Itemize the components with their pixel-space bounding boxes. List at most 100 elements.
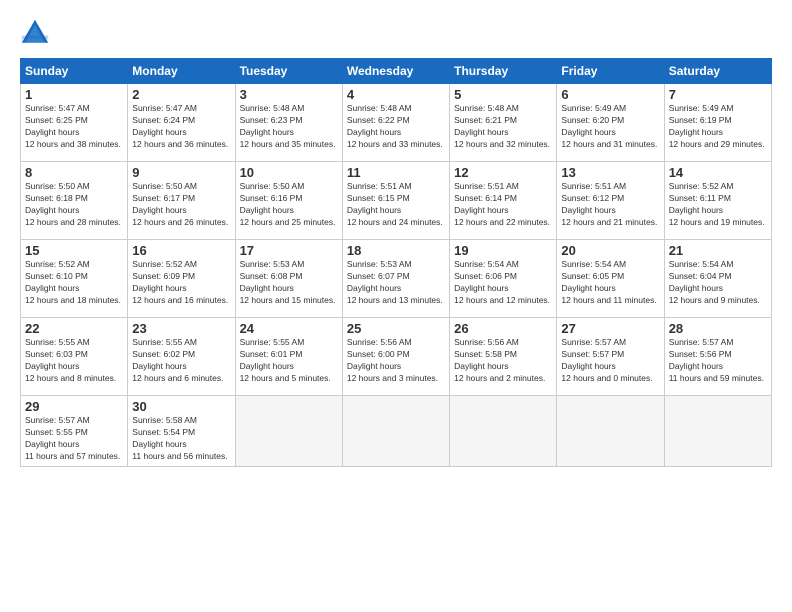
weekday-header-sunday: Sunday [21,59,128,84]
calendar-day-cell: 28Sunrise: 5:57 AMSunset: 5:56 PMDayligh… [664,318,771,396]
day-info: Sunrise: 5:48 AMSunset: 6:21 PMDaylight … [454,103,552,151]
calendar-day-cell: 8Sunrise: 5:50 AMSunset: 6:18 PMDaylight… [21,162,128,240]
day-info: Sunrise: 5:54 AMSunset: 6:06 PMDaylight … [454,259,552,307]
calendar-day-cell: 10Sunrise: 5:50 AMSunset: 6:16 PMDayligh… [235,162,342,240]
day-info: Sunrise: 5:53 AMSunset: 6:07 PMDaylight … [347,259,445,307]
calendar-day-cell [235,396,342,467]
day-info: Sunrise: 5:55 AMSunset: 6:03 PMDaylight … [25,337,123,385]
day-number: 16 [132,243,230,258]
day-number: 24 [240,321,338,336]
calendar-day-cell [450,396,557,467]
calendar-day-cell: 30Sunrise: 5:58 AMSunset: 5:54 PMDayligh… [128,396,235,467]
day-info: Sunrise: 5:55 AMSunset: 6:02 PMDaylight … [132,337,230,385]
day-number: 4 [347,87,445,102]
day-info: Sunrise: 5:51 AMSunset: 6:15 PMDaylight … [347,181,445,229]
calendar-day-cell: 6Sunrise: 5:49 AMSunset: 6:20 PMDaylight… [557,84,664,162]
calendar-day-cell: 2Sunrise: 5:47 AMSunset: 6:24 PMDaylight… [128,84,235,162]
day-number: 18 [347,243,445,258]
day-number: 19 [454,243,552,258]
day-info: Sunrise: 5:56 AMSunset: 6:00 PMDaylight … [347,337,445,385]
day-info: Sunrise: 5:51 AMSunset: 6:14 PMDaylight … [454,181,552,229]
logo-icon [20,18,50,48]
day-info: Sunrise: 5:55 AMSunset: 6:01 PMDaylight … [240,337,338,385]
day-number: 9 [132,165,230,180]
day-info: Sunrise: 5:50 AMSunset: 6:16 PMDaylight … [240,181,338,229]
day-number: 28 [669,321,767,336]
calendar-day-cell: 12Sunrise: 5:51 AMSunset: 6:14 PMDayligh… [450,162,557,240]
day-info: Sunrise: 5:49 AMSunset: 6:20 PMDaylight … [561,103,659,151]
calendar-day-cell: 7Sunrise: 5:49 AMSunset: 6:19 PMDaylight… [664,84,771,162]
day-info: Sunrise: 5:47 AMSunset: 6:25 PMDaylight … [25,103,123,151]
day-number: 21 [669,243,767,258]
calendar-day-cell: 25Sunrise: 5:56 AMSunset: 6:00 PMDayligh… [342,318,449,396]
calendar-day-cell [664,396,771,467]
day-info: Sunrise: 5:52 AMSunset: 6:10 PMDaylight … [25,259,123,307]
day-info: Sunrise: 5:48 AMSunset: 6:23 PMDaylight … [240,103,338,151]
day-info: Sunrise: 5:57 AMSunset: 5:55 PMDaylight … [25,415,123,463]
day-info: Sunrise: 5:57 AMSunset: 5:57 PMDaylight … [561,337,659,385]
calendar-day-cell: 21Sunrise: 5:54 AMSunset: 6:04 PMDayligh… [664,240,771,318]
calendar-day-cell [557,396,664,467]
weekday-header-row: SundayMondayTuesdayWednesdayThursdayFrid… [21,59,772,84]
day-info: Sunrise: 5:50 AMSunset: 6:18 PMDaylight … [25,181,123,229]
day-number: 11 [347,165,445,180]
day-number: 27 [561,321,659,336]
day-number: 26 [454,321,552,336]
day-info: Sunrise: 5:54 AMSunset: 6:04 PMDaylight … [669,259,767,307]
calendar-day-cell: 24Sunrise: 5:55 AMSunset: 6:01 PMDayligh… [235,318,342,396]
day-number: 14 [669,165,767,180]
calendar-day-cell: 13Sunrise: 5:51 AMSunset: 6:12 PMDayligh… [557,162,664,240]
calendar-day-cell: 14Sunrise: 5:52 AMSunset: 6:11 PMDayligh… [664,162,771,240]
day-info: Sunrise: 5:53 AMSunset: 6:08 PMDaylight … [240,259,338,307]
calendar-day-cell: 29Sunrise: 5:57 AMSunset: 5:55 PMDayligh… [21,396,128,467]
calendar-day-cell: 15Sunrise: 5:52 AMSunset: 6:10 PMDayligh… [21,240,128,318]
day-info: Sunrise: 5:52 AMSunset: 6:09 PMDaylight … [132,259,230,307]
weekday-header-friday: Friday [557,59,664,84]
day-info: Sunrise: 5:58 AMSunset: 5:54 PMDaylight … [132,415,230,463]
day-number: 10 [240,165,338,180]
page: SundayMondayTuesdayWednesdayThursdayFrid… [0,0,792,612]
day-number: 20 [561,243,659,258]
calendar-day-cell: 5Sunrise: 5:48 AMSunset: 6:21 PMDaylight… [450,84,557,162]
calendar-day-cell: 3Sunrise: 5:48 AMSunset: 6:23 PMDaylight… [235,84,342,162]
calendar-day-cell: 26Sunrise: 5:56 AMSunset: 5:58 PMDayligh… [450,318,557,396]
day-number: 13 [561,165,659,180]
day-info: Sunrise: 5:54 AMSunset: 6:05 PMDaylight … [561,259,659,307]
logo [20,18,54,48]
calendar-day-cell: 20Sunrise: 5:54 AMSunset: 6:05 PMDayligh… [557,240,664,318]
day-number: 12 [454,165,552,180]
day-info: Sunrise: 5:49 AMSunset: 6:19 PMDaylight … [669,103,767,151]
calendar-day-cell [342,396,449,467]
calendar-day-cell: 17Sunrise: 5:53 AMSunset: 6:08 PMDayligh… [235,240,342,318]
day-number: 23 [132,321,230,336]
calendar-day-cell: 18Sunrise: 5:53 AMSunset: 6:07 PMDayligh… [342,240,449,318]
calendar-day-cell: 11Sunrise: 5:51 AMSunset: 6:15 PMDayligh… [342,162,449,240]
weekday-header-wednesday: Wednesday [342,59,449,84]
calendar-day-cell: 22Sunrise: 5:55 AMSunset: 6:03 PMDayligh… [21,318,128,396]
header [20,18,772,48]
day-number: 25 [347,321,445,336]
calendar-week-row: 8Sunrise: 5:50 AMSunset: 6:18 PMDaylight… [21,162,772,240]
day-number: 1 [25,87,123,102]
calendar-table: SundayMondayTuesdayWednesdayThursdayFrid… [20,58,772,467]
weekday-header-monday: Monday [128,59,235,84]
calendar-day-cell: 27Sunrise: 5:57 AMSunset: 5:57 PMDayligh… [557,318,664,396]
calendar-week-row: 15Sunrise: 5:52 AMSunset: 6:10 PMDayligh… [21,240,772,318]
day-number: 7 [669,87,767,102]
day-info: Sunrise: 5:52 AMSunset: 6:11 PMDaylight … [669,181,767,229]
weekday-header-tuesday: Tuesday [235,59,342,84]
day-info: Sunrise: 5:48 AMSunset: 6:22 PMDaylight … [347,103,445,151]
calendar-week-row: 1Sunrise: 5:47 AMSunset: 6:25 PMDaylight… [21,84,772,162]
calendar-week-row: 22Sunrise: 5:55 AMSunset: 6:03 PMDayligh… [21,318,772,396]
day-number: 5 [454,87,552,102]
calendar-day-cell: 16Sunrise: 5:52 AMSunset: 6:09 PMDayligh… [128,240,235,318]
calendar-day-cell: 23Sunrise: 5:55 AMSunset: 6:02 PMDayligh… [128,318,235,396]
day-info: Sunrise: 5:51 AMSunset: 6:12 PMDaylight … [561,181,659,229]
day-number: 3 [240,87,338,102]
calendar-week-row: 29Sunrise: 5:57 AMSunset: 5:55 PMDayligh… [21,396,772,467]
day-number: 6 [561,87,659,102]
day-info: Sunrise: 5:57 AMSunset: 5:56 PMDaylight … [669,337,767,385]
day-number: 2 [132,87,230,102]
calendar-day-cell: 4Sunrise: 5:48 AMSunset: 6:22 PMDaylight… [342,84,449,162]
day-info: Sunrise: 5:56 AMSunset: 5:58 PMDaylight … [454,337,552,385]
